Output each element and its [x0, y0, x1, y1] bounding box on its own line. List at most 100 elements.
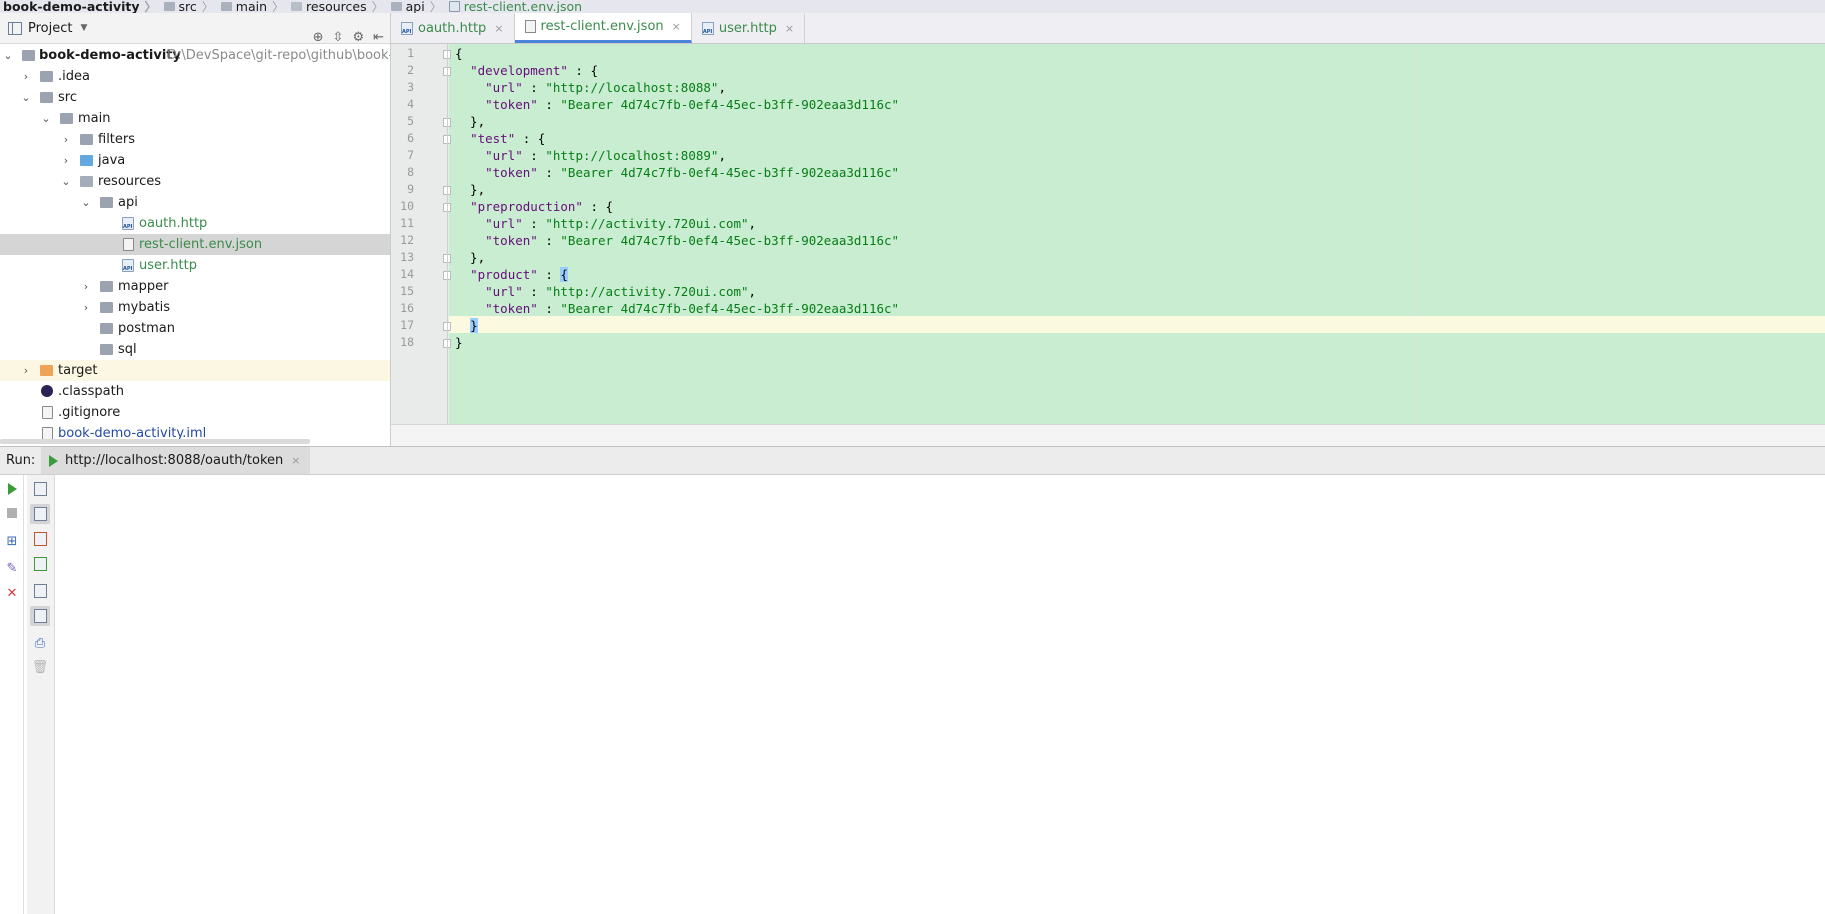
chevron-right-icon[interactable]: ›	[60, 129, 72, 150]
editor-tabs: oauth.http × rest-client.env.json × user…	[391, 13, 1825, 44]
folder-icon	[220, 2, 232, 11]
tree-item-mybatis[interactable]: › mybatis	[0, 297, 390, 318]
tab-oauth-http[interactable]: oauth.http ×	[391, 14, 515, 43]
breadcrumb-label: api	[405, 0, 425, 14]
module-folder-icon	[22, 50, 35, 61]
stop-icon	[7, 508, 17, 518]
breadcrumb-item-resources[interactable]: resources 〉	[288, 0, 388, 13]
folder-icon	[100, 197, 113, 208]
xml-view-button[interactable]	[32, 531, 48, 547]
html-view-button[interactable]	[32, 556, 48, 572]
soft-wrap-button[interactable]	[32, 583, 48, 599]
tree-item-sql[interactable]: sql	[0, 339, 390, 360]
chevron-right-icon[interactable]: ›	[20, 360, 32, 381]
tree-item-root[interactable]: ⌄ book-demo-activity D:\DevSpace\git-rep…	[0, 45, 390, 66]
tree-item-user-http[interactable]: user.http	[0, 255, 390, 276]
close-icon[interactable]: ×	[785, 22, 794, 35]
close-icon[interactable]: ×	[672, 20, 681, 33]
breadcrumb-item-src[interactable]: src 〉	[161, 0, 218, 13]
run-play-icon	[7, 483, 17, 495]
json-file-icon	[524, 20, 536, 33]
line-number: 8	[407, 165, 414, 179]
tree-item-src[interactable]: ⌄ src	[0, 87, 390, 108]
run-tab[interactable]: http://localhost:8088/oauth/token ×	[41, 447, 311, 474]
collapse-all-icon[interactable]: ⇳	[333, 30, 344, 45]
tree-item-api[interactable]: ⌄ api	[0, 192, 390, 213]
print-button[interactable]: ⎙	[32, 635, 48, 651]
chevron-right-icon: 〉	[144, 0, 157, 14]
rerun-button[interactable]	[4, 481, 20, 497]
run-toolbar-secondary: ⎙ 🗑	[27, 475, 55, 914]
close-run-button[interactable]: ✕	[4, 585, 20, 601]
tree-item-java[interactable]: › java	[0, 150, 390, 171]
trash-icon: 🗑	[31, 659, 49, 675]
stop-button[interactable]	[4, 505, 20, 521]
right-margin-guide	[1415, 44, 1416, 424]
chevron-down-icon[interactable]: ⌄	[40, 108, 52, 129]
tree-item-idea[interactable]: › .idea	[0, 66, 390, 87]
clear-all-button[interactable]: 🗑	[31, 659, 49, 675]
code-editor[interactable]: 1 2 3 4 5 6 7 8 9 10 11 12 13 14 15 16 17 18 { "developme…	[391, 44, 1825, 424]
tree-item-filters[interactable]: › filters	[0, 129, 390, 150]
tree-item-label: resources	[98, 174, 162, 189]
breadcrumb-item-project[interactable]: book-demo-activity 〉	[0, 0, 161, 13]
tree-item-classpath[interactable]: .classpath	[0, 381, 390, 402]
tree-item-label: .classpath	[58, 384, 124, 399]
chevron-right-icon[interactable]: ›	[60, 150, 72, 171]
horizontal-scrollbar[interactable]	[0, 439, 310, 444]
json-view-button[interactable]	[30, 504, 50, 524]
code-line: "url" : "http://activity.720ui.com",	[485, 284, 757, 299]
chevron-down-icon[interactable]: ▼	[80, 23, 87, 33]
tree-item-label: mybatis	[118, 300, 171, 315]
pin-tab-button[interactable]: ✎	[4, 560, 20, 576]
project-panel: Project ▼ ⊕ ⇳ ⚙ ⇤ ⌄ book-demo-activity D…	[0, 13, 391, 446]
close-icon[interactable]: ×	[494, 22, 503, 35]
tree-item-postman[interactable]: postman	[0, 318, 390, 339]
tree-item-label: java	[98, 153, 126, 168]
chevron-right-icon[interactable]: ›	[20, 66, 32, 87]
breadcrumb-item-file[interactable]: rest-client.env.json	[446, 0, 586, 13]
json-file-icon	[123, 238, 134, 251]
tab-rest-client-env-json[interactable]: rest-client.env.json ×	[514, 13, 692, 43]
line-number: 7	[407, 148, 414, 162]
run-tab-label: http://localhost:8088/oauth/token	[65, 453, 284, 468]
tree-item-main[interactable]: ⌄ main	[0, 108, 390, 129]
chevron-right-icon[interactable]: ›	[80, 276, 92, 297]
chevron-down-icon[interactable]: ⌄	[60, 171, 72, 192]
chevron-down-icon[interactable]: ⌄	[80, 192, 92, 213]
project-view-selector[interactable]: Project	[28, 21, 72, 36]
project-tree: ⌄ book-demo-activity D:\DevSpace\git-rep…	[0, 45, 390, 444]
print-icon: ⎙	[34, 635, 46, 651]
tab-label: rest-client.env.json	[540, 19, 664, 34]
close-icon[interactable]: ×	[291, 454, 300, 467]
code-line: "token" : "Bearer 4d74c7fb-0ef4-45ec-b3f…	[485, 165, 900, 180]
chevron-down-icon[interactable]: ⌄	[2, 45, 14, 66]
tree-item-rest-client-env-json[interactable]: rest-client.env.json	[0, 234, 390, 255]
chevron-right-icon[interactable]: ›	[80, 297, 92, 318]
chevron-down-icon[interactable]: ⌄	[20, 87, 32, 108]
breadcrumb-item-main[interactable]: main 〉	[218, 0, 288, 13]
code-line: "product" : {	[470, 267, 568, 282]
run-panel-label: Run:	[6, 453, 36, 468]
folder-icon	[390, 2, 402, 11]
code-line: },	[455, 114, 486, 129]
tree-item-target[interactable]: › target	[0, 360, 390, 381]
restore-layout-button[interactable]: ⊞	[4, 533, 20, 549]
scroll-from-source-icon[interactable]: ⊕	[313, 30, 324, 45]
breadcrumb-item-api[interactable]: api 〉	[388, 0, 446, 13]
tree-item-label: oauth.http	[139, 216, 208, 231]
tree-item-resources[interactable]: ⌄ resources	[0, 171, 390, 192]
tree-item-mapper[interactable]: › mapper	[0, 276, 390, 297]
code-line: "url" : "http://activity.720ui.com",	[485, 216, 757, 231]
tree-item-gitignore[interactable]: .gitignore	[0, 402, 390, 423]
gear-icon[interactable]: ⚙	[352, 30, 364, 45]
tree-item-oauth-http[interactable]: oauth.http	[0, 213, 390, 234]
eclipse-icon	[41, 385, 53, 397]
output-view-button[interactable]	[32, 481, 48, 497]
api-file-icon	[401, 22, 413, 35]
code-line: },	[455, 182, 486, 197]
editor-bottom-bar	[391, 424, 1825, 446]
scroll-to-end-button[interactable]	[30, 606, 50, 626]
hide-panel-icon[interactable]: ⇤	[373, 30, 384, 45]
tab-user-http[interactable]: user.http ×	[692, 14, 806, 43]
